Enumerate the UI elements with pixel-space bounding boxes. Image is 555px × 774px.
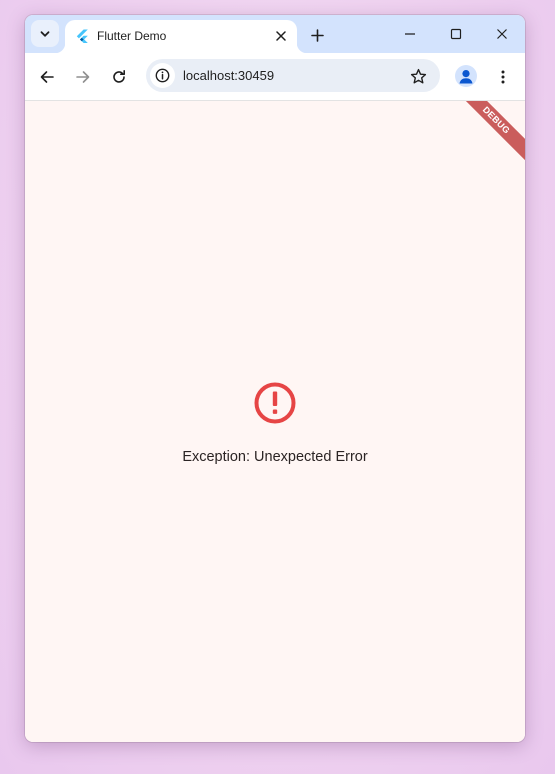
minimize-icon bbox=[405, 33, 415, 35]
more-vertical-icon bbox=[501, 70, 505, 84]
plus-icon bbox=[310, 28, 324, 42]
person-icon bbox=[459, 70, 473, 84]
url-text: localhost:30459 bbox=[183, 68, 275, 83]
back-button[interactable] bbox=[33, 63, 61, 91]
maximize-button[interactable] bbox=[433, 19, 479, 49]
profile-avatar[interactable] bbox=[455, 65, 477, 87]
arrow-left-icon bbox=[40, 71, 54, 83]
info-icon bbox=[155, 68, 170, 83]
reload-button[interactable] bbox=[105, 63, 133, 91]
chevron-down-icon bbox=[40, 30, 50, 37]
tab-flutter-demo[interactable]: Flutter Demo bbox=[55, 20, 307, 53]
minimize-button[interactable] bbox=[387, 19, 433, 49]
reload-icon bbox=[113, 70, 125, 83]
bookmark-button[interactable] bbox=[408, 66, 428, 86]
flutter-logo-icon bbox=[76, 29, 88, 43]
debug-banner: DEBUG bbox=[451, 101, 525, 165]
close-window-button[interactable] bbox=[479, 19, 525, 49]
tab-strip: Flutter Demo bbox=[25, 15, 525, 53]
error-message: Exception: Unexpected Error bbox=[182, 449, 368, 465]
tab-close-button[interactable] bbox=[273, 28, 289, 44]
star-outline-icon bbox=[410, 68, 426, 83]
browser-window: Flutter Demo localhost:30459 DEBUG Excep… bbox=[25, 15, 525, 742]
error-outline-icon bbox=[254, 382, 296, 424]
close-icon bbox=[497, 29, 507, 39]
new-tab-button[interactable] bbox=[305, 23, 329, 47]
address-bar[interactable]: localhost:30459 bbox=[146, 59, 440, 92]
site-info-button[interactable] bbox=[150, 63, 175, 88]
browser-menu-button[interactable] bbox=[489, 63, 517, 91]
forward-button[interactable] bbox=[69, 63, 97, 91]
arrow-right-icon bbox=[76, 71, 90, 83]
close-icon bbox=[276, 31, 286, 41]
tab-title: Flutter Demo bbox=[97, 29, 167, 43]
maximize-icon bbox=[450, 28, 462, 40]
browser-toolbar: localhost:30459 bbox=[25, 53, 525, 101]
page-content: DEBUG Exception: Unexpected Error bbox=[25, 101, 525, 742]
